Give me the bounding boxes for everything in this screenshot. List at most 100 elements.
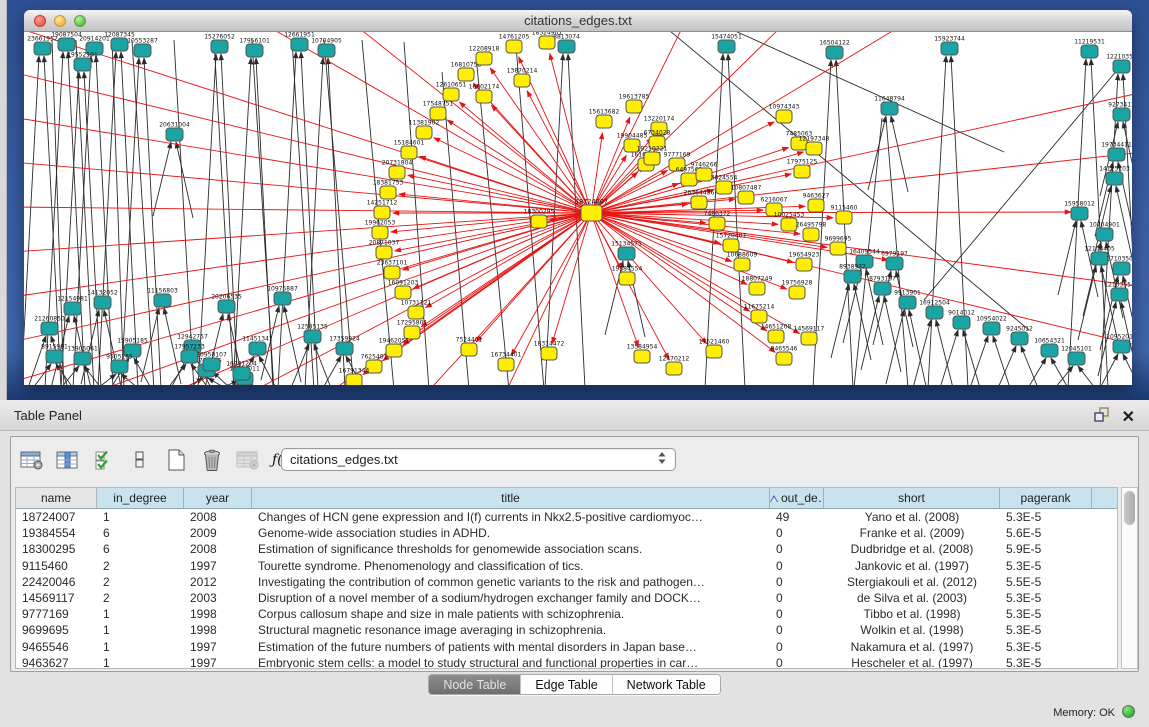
graph-node[interactable]: 12610651 [436,82,467,102]
column-header-title[interactable]: title [252,488,770,508]
graph-node[interactable]: 18314472 [534,341,565,361]
tab-node-table[interactable]: Node Table [429,675,521,694]
graph-node[interactable]: 9505155 [106,354,133,374]
column-header-name[interactable]: name [16,488,97,508]
table-row[interactable]: 1456911722003Disruption of a novel membe… [16,590,1117,606]
graph-node[interactable]: 11451341 [242,336,273,356]
graph-node[interactable]: 17295801 [397,320,428,340]
graph-node[interactable]: 9245012 [1006,326,1033,346]
graph-node[interactable]: 11156803 [147,288,178,308]
graph-node[interactable]: 16912504 [919,300,950,320]
graph-node[interactable]: 10974343 [769,104,800,124]
row-height-icon[interactable] [127,447,153,473]
graph-node[interactable]: 10954022 [976,316,1007,336]
table-row[interactable]: 911546021997Tourette syndrome. Phenomeno… [16,558,1117,574]
graph-node[interactable]: 10731121 [401,300,432,320]
graph-node[interactable]: 9913901 [894,290,921,310]
column-header-short[interactable]: short [824,488,1000,508]
graph-node[interactable]: 15276052 [204,34,235,54]
tab-edge-table[interactable]: Edge Table [521,675,612,694]
graph-node[interactable]: 14132052 [87,290,118,310]
graph-node[interactable]: 19962053 [365,220,396,240]
graph-node[interactable]: 19654923 [789,252,820,272]
table-row[interactable]: 1830029562008Estimation of significance … [16,541,1117,557]
graph-node[interactable]: 8793197 [869,276,896,296]
graph-node[interactable]: 13584954 [627,344,658,364]
graph-node[interactable]: 21260850 [34,316,65,336]
graph-node[interactable]: 12210359 [1106,54,1132,74]
table-row[interactable]: 1938455462009Genome-wide association stu… [16,525,1117,541]
graph-node[interactable]: 10952012 [1106,334,1132,354]
table-row[interactable]: 1872400712008Changes of HCN gene express… [16,509,1117,525]
graph-node[interactable]: 19384554 [612,266,643,286]
graph-node[interactable]: 23637101 [377,260,408,280]
graph-node[interactable]: 20871037 [369,240,400,260]
graph-node[interactable]: 9465546 [771,346,798,366]
graph-node[interactable]: 19552101 [67,52,98,72]
graph-node[interactable]: 17521460 [699,339,730,359]
graph-node[interactable]: 12045101 [1061,346,1092,366]
table-scrollbar[interactable] [1121,487,1138,669]
table-row[interactable]: 946554611997Estimation of the future num… [16,639,1117,655]
graph-node[interactable]: 6979197 [881,251,908,271]
graph-node[interactable]: 10704901 [1089,222,1120,242]
graph-node[interactable]: 17956101 [239,38,270,58]
graph-node[interactable]: 9273411 [1108,102,1132,122]
graph-node[interactable]: 15474051 [711,34,742,54]
graph-node[interactable]: 17548751 [423,101,454,121]
graph-node[interactable]: 11381902 [409,120,440,140]
graph-node[interactable]: 8938922 [839,264,866,284]
float-panel-icon[interactable] [1092,406,1110,429]
graph-node[interactable]: 15958012 [1064,201,1095,221]
column-header-year[interactable]: year [184,488,252,508]
graph-node[interactable]: 12505135 [297,324,328,344]
graph-node[interactable]: 9115460 [831,205,858,225]
graph-node[interactable]: 12154981 [57,296,88,316]
graph-canvas[interactable]: 2366195219087504209142011208734510553287… [24,32,1132,385]
graph-node[interactable]: 10975887 [267,286,298,306]
graph-node[interactable]: 13905061 [67,346,98,366]
close-panel-icon[interactable]: ✕ [1122,409,1135,427]
delete-table-icon[interactable] [199,447,225,473]
tab-network-table[interactable]: Network Table [613,675,720,694]
import-table-icon[interactable] [235,447,261,473]
table-row[interactable]: 969969511998Structural magnetic resonanc… [16,622,1117,638]
graph-node[interactable]: 8915901 [41,344,68,364]
graph-node[interactable]: 15720407 [716,233,747,253]
graph-node[interactable]: 20364436 [684,190,715,210]
graph-node[interactable]: 14651208 [761,324,792,344]
graph-node[interactable]: 20631004 [159,122,190,142]
graph-node[interactable]: 9014012 [948,310,975,330]
table-settings-icon[interactable] [19,447,45,473]
column-header-in_degree[interactable]: in_degree [97,488,184,508]
graph-node[interactable]: 16802174 [469,84,500,104]
column-header-pagerank[interactable]: pagerank [1000,488,1092,508]
graph-node[interactable]: 11675214 [744,304,775,324]
column-header-out_de[interactable]: out_de… [770,488,824,508]
graph-node[interactable]: 15184601 [394,140,425,160]
graph-node[interactable]: 17359924 [329,336,360,356]
graph-node[interactable]: 12470212 [659,356,690,376]
graph-node[interactable]: 10553287 [127,38,158,58]
graph-node[interactable]: 14569117 [794,326,825,346]
graph-node[interactable]: 14251712 [367,200,398,220]
table-source-dropdown[interactable]: citations_edges.txt [281,448,676,471]
graph-node[interactable]: 14761205 [499,34,530,54]
graph-node[interactable]: 17975125 [787,159,818,179]
select-column-icon[interactable] [55,447,81,473]
graph-node[interactable]: 11219531 [1074,39,1105,59]
graph-node[interactable]: 16504122 [819,40,850,60]
graph-node[interactable]: 9463627 [803,193,830,213]
graph-node[interactable]: 20731804 [382,160,413,180]
graph-node[interactable]: 15923744 [934,36,965,56]
table-row[interactable]: 977716911998Corpus callosum shape and si… [16,606,1117,622]
graph-node[interactable]: 7524401 [456,337,483,357]
table-row[interactable]: 2242004622012Investigating the contribut… [16,574,1117,590]
window-titlebar[interactable]: citations_edges.txt [24,10,1132,32]
scrollbar-thumb[interactable] [1124,491,1135,525]
graph-node[interactable]: 13870214 [507,68,538,88]
graph-node[interactable]: 17103504 [1106,256,1132,276]
graph-node[interactable]: 15613682 [589,109,620,129]
graph-node[interactable]: 15134575 [611,241,642,261]
new-table-icon[interactable] [163,447,189,473]
